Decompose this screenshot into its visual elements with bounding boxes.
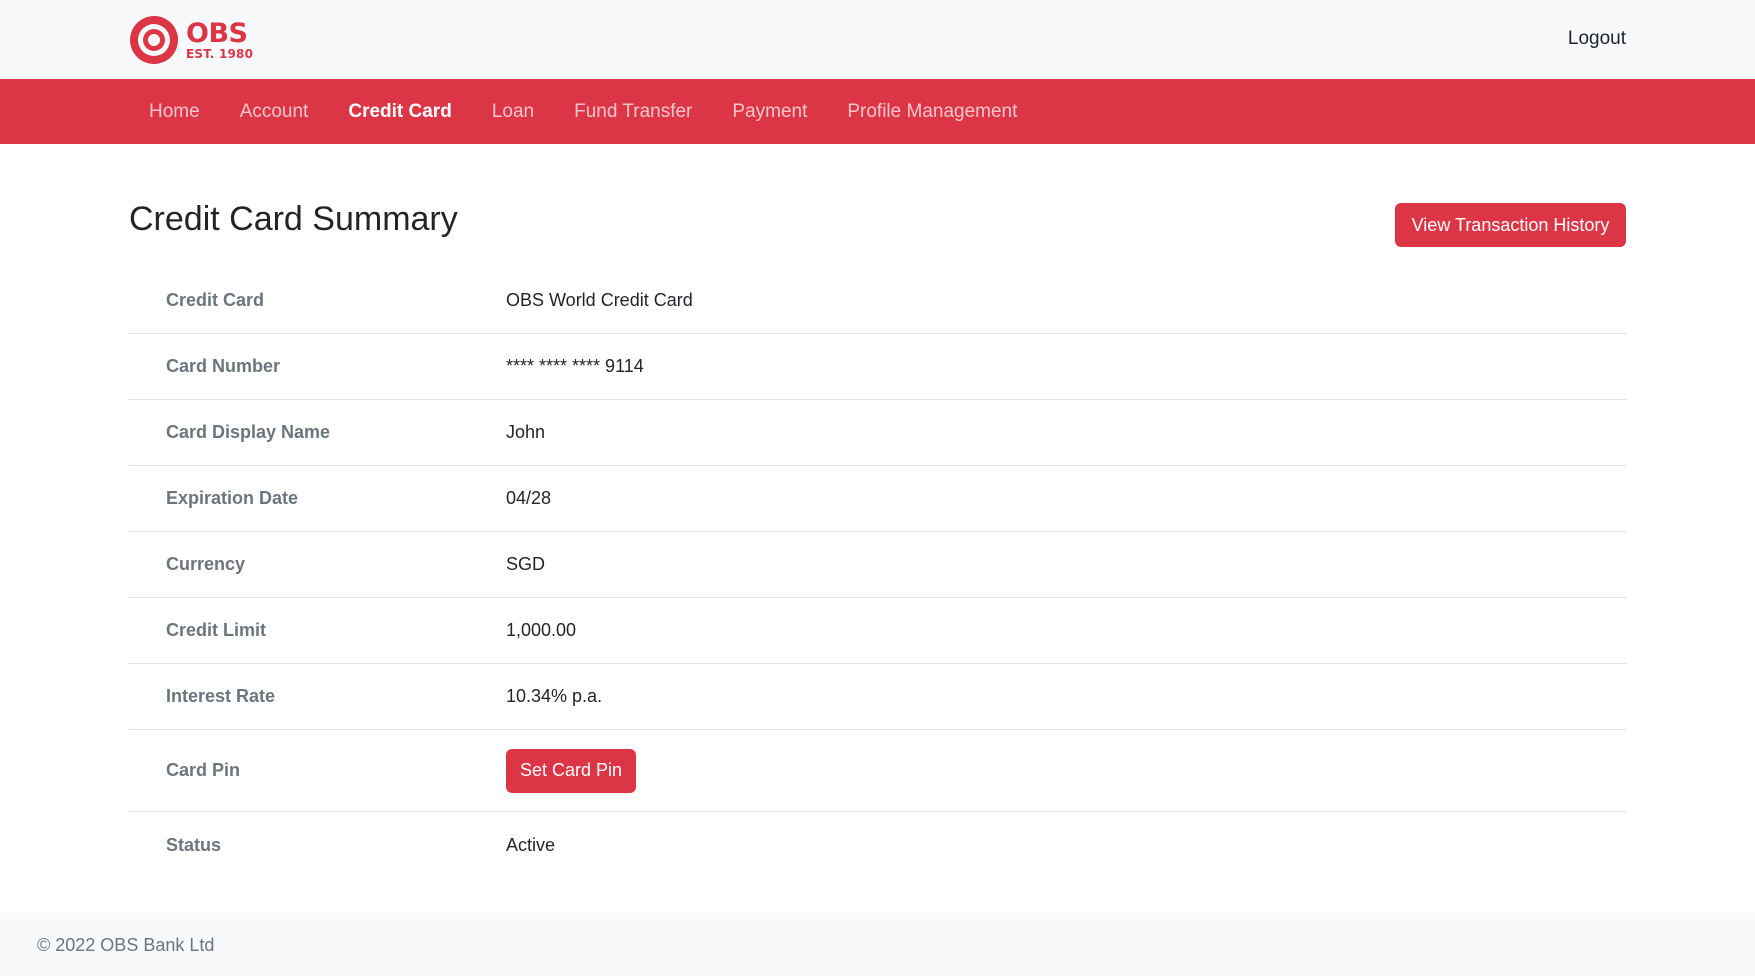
footer: © 2022 OBS Bank Ltd: [0, 913, 1755, 976]
obs-logo[interactable]: OBS EST. 1980: [128, 14, 253, 66]
nav-item-account[interactable]: Account: [220, 101, 329, 123]
detail-label: Card Display Name: [166, 422, 331, 442]
logo-est: EST. 1980: [186, 47, 254, 61]
detail-row-expiration-date: Expiration Date 04/28: [129, 466, 1626, 532]
set-card-pin-button[interactable]: Set Card Pin: [506, 748, 636, 793]
detail-row-credit-card: Credit Card OBS World Credit Card: [129, 268, 1626, 334]
detail-row-card-pin: Card Pin Set Card Pin: [129, 730, 1626, 812]
nav-item-profile-management[interactable]: Profile Management: [827, 101, 1037, 123]
detail-row-currency: Currency SGD: [129, 532, 1626, 598]
copyright-text: © 2022 OBS Bank Ltd: [37, 935, 215, 955]
nav-item-payment[interactable]: Payment: [712, 101, 827, 123]
detail-label: Card Pin: [166, 760, 241, 780]
logo-wordmark: OBS EST. 1980: [186, 20, 253, 60]
detail-label: Status: [166, 834, 222, 855]
detail-label: Card Number: [166, 356, 281, 376]
nav-item-loan[interactable]: Loan: [472, 101, 554, 123]
view-transaction-history-button[interactable]: View Transaction History: [1395, 203, 1626, 247]
page-title: Credit Card Summary: [129, 200, 458, 238]
detail-label: Credit Limit: [166, 620, 267, 640]
main-navbar: Home Account Credit Card Loan Fund Trans…: [0, 79, 1755, 144]
nav-item-fund-transfer[interactable]: Fund Transfer: [554, 101, 712, 123]
detail-label: Expiration Date: [166, 488, 299, 508]
nav-item-home[interactable]: Home: [129, 101, 220, 123]
detail-value: **** **** **** 9114: [506, 356, 644, 376]
status-value: Active: [506, 834, 556, 855]
detail-value: 1,000.00: [506, 620, 577, 640]
obs-logo-icon: [130, 16, 178, 64]
detail-row-card-display-name: Card Display Name John: [129, 400, 1626, 466]
detail-row-credit-limit: Credit Limit 1,000.00: [129, 598, 1626, 664]
detail-value: John: [506, 422, 546, 442]
detail-label: Currency: [166, 554, 246, 574]
card-details-table: Credit Card OBS World Credit Card Card N…: [129, 268, 1626, 878]
detail-label: Credit Card: [166, 290, 265, 310]
detail-value: 10.34% p.a.: [506, 686, 603, 706]
detail-row-status: Status Active: [129, 812, 1626, 878]
detail-label: Interest Rate: [166, 686, 276, 706]
detail-value: SGD: [506, 554, 546, 574]
nav-list: Home Account Credit Card Loan Fund Trans…: [129, 79, 1037, 144]
logo-name: OBS: [186, 18, 248, 49]
detail-row-interest-rate: Interest Rate 10.34% p.a.: [129, 664, 1626, 730]
logout-link[interactable]: Logout: [1568, 28, 1626, 50]
detail-value: OBS World Credit Card: [506, 290, 693, 310]
detail-value: 04/28: [506, 488, 552, 508]
top-bar: OBS EST. 1980 Logout: [0, 0, 1755, 79]
detail-row-card-number: Card Number **** **** **** 9114: [129, 334, 1626, 400]
nav-item-credit-card[interactable]: Credit Card: [328, 101, 471, 123]
